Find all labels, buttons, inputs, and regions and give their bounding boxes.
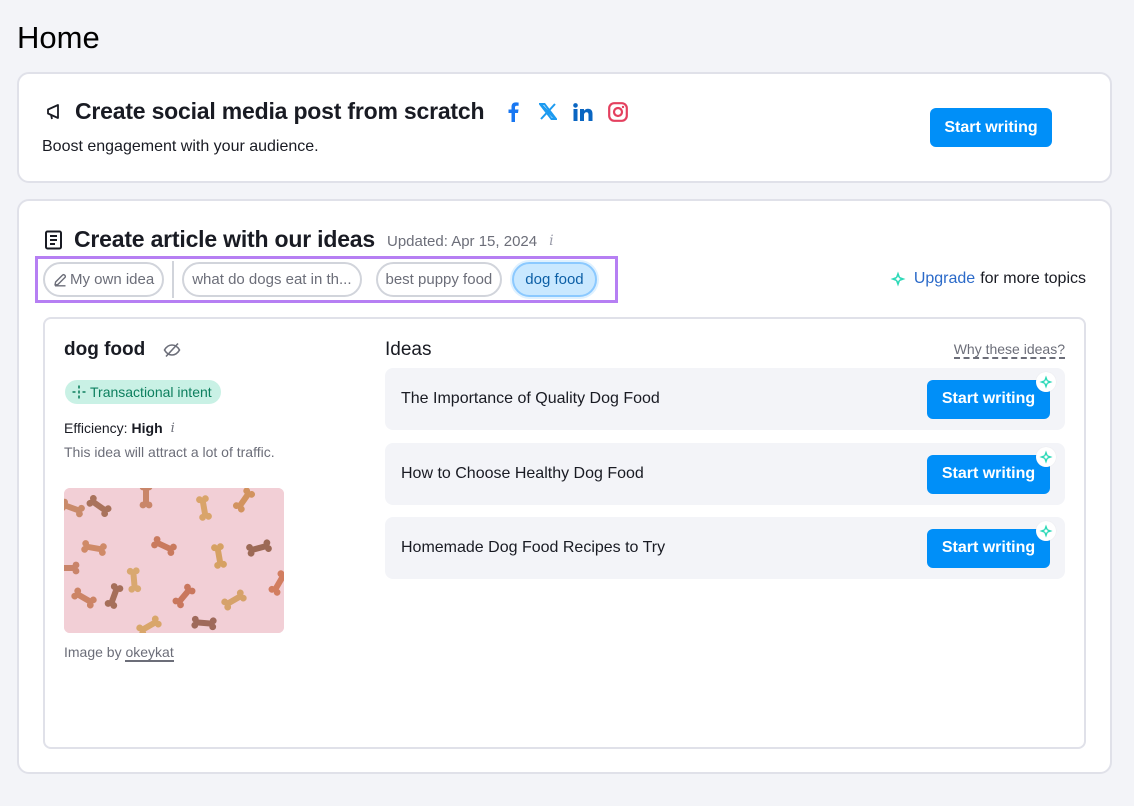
idea-item: How to Choose Healthy Dog Food Start wri… (385, 443, 1065, 505)
idea-title: Homemade Dog Food Recipes to Try (401, 539, 666, 556)
ai-sparkle-icon (1036, 520, 1056, 541)
idea-item: The Importance of Quality Dog Food Start… (385, 368, 1065, 430)
efficiency-value: High (131, 419, 163, 436)
social-network-icons (502, 101, 628, 122)
idea-title: How to Choose Healthy Dog Food (401, 465, 644, 482)
instagram-icon (607, 101, 628, 122)
idea-item: Homemade Dog Food Recipes to Try Start w… (385, 517, 1065, 579)
facebook-icon (502, 101, 523, 122)
page-title: Home (17, 20, 100, 55)
article-card-header: Create article with our ideas Updated: A… (44, 226, 554, 253)
topic-chip-label: best puppy food (385, 271, 493, 288)
megaphone-icon (45, 102, 65, 122)
dog-bones-photo (64, 488, 284, 633)
topic-title: dog food (64, 339, 146, 360)
topic-chips: My own idea what do dogs eat in th... be… (35, 256, 618, 303)
idea-start-writing-button[interactable]: Start writing (927, 528, 1050, 568)
topic-chip-label: My own idea (70, 271, 155, 288)
social-post-card: Create social media post from scratch Bo… (17, 72, 1112, 183)
article-ideas-card: Create article with our ideas Updated: A… (17, 199, 1112, 774)
pencil-icon (53, 273, 67, 287)
article-card-title: Create article with our ideas (74, 226, 375, 252)
topic-chip[interactable]: what do dogs eat in th... (182, 262, 362, 297)
topic-image (64, 488, 284, 633)
efficiency-label: Efficiency: (64, 419, 128, 436)
sparkle-icon (890, 271, 906, 287)
image-author-link[interactable]: okeykat (125, 644, 174, 662)
topic-chip[interactable]: best puppy food (375, 262, 503, 297)
info-icon[interactable]: i (171, 421, 175, 436)
upgrade-link[interactable]: Upgrade (914, 270, 975, 288)
x-icon (537, 101, 558, 122)
image-credit-prefix: Image by (64, 644, 122, 660)
intent-badge: Transactional intent (65, 380, 221, 404)
idea-start-writing-button[interactable]: Start writing (927, 454, 1050, 494)
intent-label: Transactional intent (90, 384, 212, 400)
updated-date: Updated: Apr 15, 2024 (386, 233, 538, 250)
transactional-intent-icon (72, 385, 86, 399)
image-credit: Image by okeykat (64, 644, 174, 662)
topic-title-row: dog food (64, 339, 181, 361)
topic-chip-label: what do dogs eat in th... (192, 271, 352, 288)
upgrade-text: for more topics (980, 270, 1086, 287)
ai-sparkle-icon (1036, 371, 1056, 392)
topic-chip-active[interactable]: dog food (512, 262, 597, 297)
social-card-title: Create social media post from scratch (75, 98, 485, 124)
document-icon (44, 230, 64, 250)
idea-title: The Importance of Quality Dog Food (401, 390, 660, 407)
chip-divider (172, 261, 175, 298)
topic-chip-label: dog food (525, 271, 584, 288)
topic-detail-panel: dog food Transactional intent Efficiency… (43, 317, 1086, 749)
topic-chip-my-own-idea[interactable]: My own idea (43, 262, 165, 297)
upgrade-prompt: Upgrade for more topics (890, 270, 1086, 288)
social-start-writing-button[interactable]: Start writing (930, 108, 1052, 147)
linkedin-icon (572, 101, 593, 122)
social-card-header: Create social media post from scratch (45, 98, 628, 125)
social-card-subtitle: Boost engagement with your audience. (42, 138, 319, 155)
idea-start-writing-button[interactable]: Start writing (927, 379, 1050, 419)
why-these-ideas-link[interactable]: Why these ideas? (953, 341, 1065, 359)
ai-sparkle-icon (1036, 446, 1056, 467)
info-icon[interactable]: i (549, 233, 553, 249)
efficiency-description: This idea will attract a lot of traffic. (64, 444, 275, 460)
hide-eye-icon[interactable] (163, 342, 181, 358)
efficiency: Efficiency: High i (64, 419, 175, 437)
ideas-header: Ideas (385, 339, 432, 360)
